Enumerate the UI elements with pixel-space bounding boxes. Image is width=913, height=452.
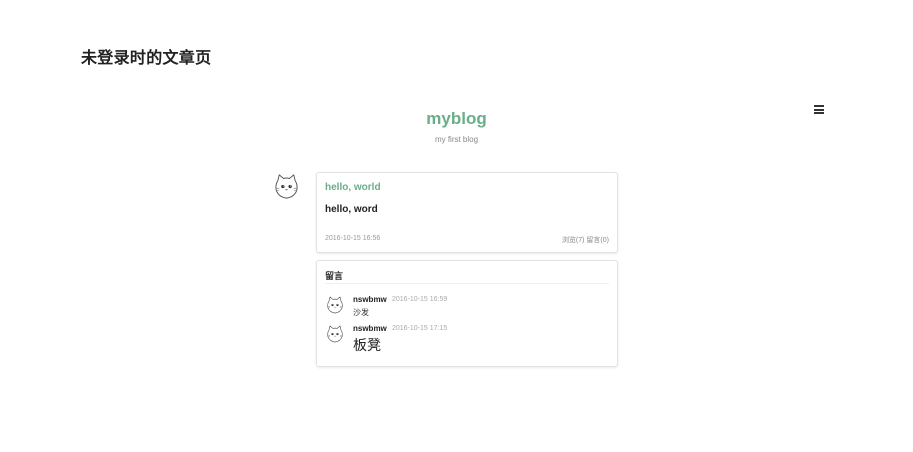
comment-author[interactable]: nswbmw: [353, 324, 387, 333]
page: 未登录时的文章页 myblog my first blog hello, wor…: [0, 0, 913, 452]
comment-author[interactable]: nswbmw: [353, 295, 387, 304]
page-heading: 未登录时的文章页: [81, 48, 212, 67]
commenter-avatar-icon[interactable]: [325, 324, 345, 344]
site-subtitle: my first blog: [434, 135, 479, 144]
comments-header: 留言: [325, 272, 344, 282]
commenter-avatar-icon[interactable]: [325, 295, 345, 315]
comment-time: 2016-10-15 16:59: [392, 296, 448, 303]
site-title[interactable]: myblog: [0, 109, 913, 129]
post-date: 2016-10-15 16:56: [325, 235, 381, 242]
post-stats: 浏览(7) 留言(0): [561, 237, 609, 244]
author-avatar-icon[interactable]: [272, 172, 301, 201]
comments-card: 留言 nswbmw 2016-10-15 16:59 沙发 nswbmw 201…: [316, 260, 618, 367]
post-body: hello, word: [325, 204, 378, 215]
post-card: hello, world hello, word 2016-10-15 16:5…: [316, 172, 618, 253]
comments-divider: [325, 283, 609, 284]
comment-text: 板凳: [353, 338, 381, 354]
comment-time: 2016-10-15 17:15: [392, 325, 448, 332]
post-title-link[interactable]: hello, world: [325, 182, 381, 193]
comment-text: 沙发: [353, 308, 369, 317]
